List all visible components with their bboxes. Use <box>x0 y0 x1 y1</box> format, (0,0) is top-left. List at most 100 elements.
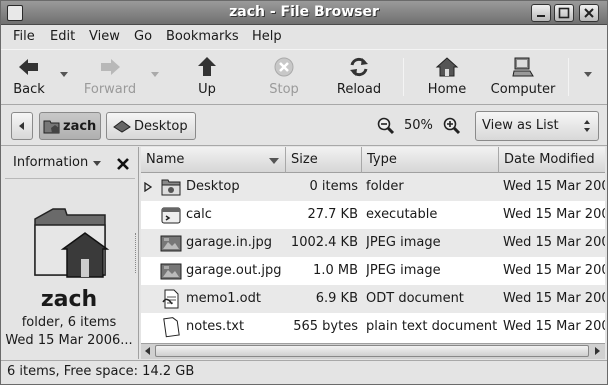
title-bar: zach - File Browser <box>1 1 607 25</box>
home-folder-icon <box>43 120 60 134</box>
side-pane-selector[interactable]: Information <box>13 155 88 170</box>
file-browser-window: zach - File Browser File Edit View Go Bo… <box>0 0 608 385</box>
file-row[interactable]: notes.txt 565 bytes plain text document Wed… <box>141 313 605 341</box>
up-arrow-icon <box>198 57 216 76</box>
menu-view[interactable]: View <box>89 29 120 44</box>
file-row[interactable]: garage.in.jpg 1002.4 KB JPEG image Wed 15 M… <box>141 229 605 257</box>
file-size: 565 bytes <box>293 319 358 334</box>
file-name: Desktop <box>186 179 240 194</box>
menu-go[interactable]: Go <box>134 29 152 44</box>
stop-button[interactable]: Stop <box>265 54 303 102</box>
left-arrow-icon <box>19 122 24 130</box>
column-header-type[interactable]: Type <box>362 147 499 173</box>
column-header-name[interactable]: Name <box>141 147 286 173</box>
reload-label: Reload <box>336 82 382 97</box>
file-size: 6.9 KB <box>315 291 358 306</box>
back-history-dropdown[interactable] <box>60 72 68 77</box>
selected-item-name: zach <box>40 287 98 312</box>
file-date-modified: Wed 15 Mar 2006 <box>503 263 605 278</box>
side-pane-header: Information <box>5 149 135 179</box>
toolbar-separator <box>403 58 404 96</box>
path-button-zach[interactable]: zach <box>39 112 101 140</box>
file-name: garage.out.jpg <box>186 263 282 278</box>
reload-icon <box>350 57 368 77</box>
side-pane: Information zach folder, 6 items Wed 15 … <box>1 147 139 359</box>
file-row[interactable]: calc 27.7 KB executable Wed 15 Mar 2006 <box>141 201 605 229</box>
back-arrow-icon <box>19 59 38 75</box>
path-button-desktop[interactable]: Desktop <box>106 112 196 140</box>
file-name: notes.txt <box>186 319 245 334</box>
toolbar-overflow-icon[interactable] <box>584 72 592 77</box>
column-header-date-modified[interactable]: Date Modified <box>499 147 605 173</box>
home-label: Home <box>427 82 467 97</box>
back-button[interactable]: Back <box>7 54 51 102</box>
close-window-button[interactable] <box>579 4 599 22</box>
minimize-button[interactable] <box>531 4 551 22</box>
selected-item-date: Wed 15 Mar 2006... <box>5 333 133 348</box>
home-button[interactable]: Home <box>425 54 469 102</box>
executable-icon <box>161 207 181 224</box>
forward-arrow-icon <box>101 59 120 75</box>
column-name-label: Name <box>146 152 185 167</box>
zoom-level[interactable]: 50% <box>404 118 433 133</box>
stop-icon <box>274 57 294 77</box>
reload-button[interactable]: Reload <box>335 54 383 102</box>
scroll-left-icon[interactable] <box>143 346 153 356</box>
desktop-icon <box>113 120 131 133</box>
up-label: Up <box>198 82 216 97</box>
computer-label: Computer <box>490 82 556 97</box>
file-date-modified: Wed 15 Mar 2006 <box>503 319 605 334</box>
scroll-right-icon[interactable] <box>592 346 602 356</box>
window-title: zach - File Browser <box>229 4 379 20</box>
text-file-icon <box>163 317 180 338</box>
view-mode-select[interactable]: View as List <box>475 111 599 141</box>
file-size: 1.0 MB <box>313 263 358 278</box>
column-header-size[interactable]: Size <box>286 147 362 173</box>
computer-button[interactable]: Computer <box>489 54 557 102</box>
file-row[interactable]: memo1.odt 6.9 KB ODT document Wed 15 Mar 20… <box>141 285 605 313</box>
selector-dropdown-icon[interactable] <box>93 161 101 166</box>
file-row[interactable]: garage.out.jpg 1.0 MB JPEG image Wed 15 Mar… <box>141 257 605 285</box>
path-scroll-left-button[interactable] <box>11 112 33 140</box>
document-icon <box>162 289 179 309</box>
home-folder-large-icon <box>34 208 110 278</box>
scrollbar-thumb[interactable] <box>155 345 589 357</box>
image-thumbnail-icon <box>160 235 182 252</box>
zoom-out-icon[interactable] <box>377 117 395 135</box>
file-size: 1002.4 KB <box>290 235 358 250</box>
file-row[interactable]: Desktop 0 items folder Wed 15 Mar 2006 <box>141 173 605 201</box>
status-text: 6 items, Free space: 14.2 GB <box>7 364 195 379</box>
file-date-modified: Wed 15 Mar 2006 <box>503 207 605 222</box>
menu-file[interactable]: File <box>13 29 35 44</box>
file-date-modified: Wed 15 Mar 2006 <box>503 235 605 250</box>
expander-icon[interactable] <box>144 182 152 192</box>
pane-resize-handle[interactable] <box>135 233 138 273</box>
selected-item-kind: folder, 6 items <box>21 315 117 330</box>
home-icon <box>435 57 459 77</box>
path-label-desktop: Desktop <box>134 119 188 134</box>
maximize-button[interactable] <box>554 4 574 22</box>
file-type: ODT document <box>366 291 464 306</box>
location-bar: zach Desktop 50% View as List <box>1 106 607 146</box>
file-size: 27.7 KB <box>307 207 358 222</box>
file-type: JPEG image <box>366 235 441 250</box>
stop-label: Stop <box>269 82 299 97</box>
updown-chevron-icon <box>584 120 590 132</box>
up-button[interactable]: Up <box>191 54 223 102</box>
file-size: 0 items <box>309 179 358 194</box>
file-name: garage.in.jpg <box>186 235 273 250</box>
forward-history-dropdown[interactable] <box>151 72 159 77</box>
menu-bookmarks[interactable]: Bookmarks <box>166 29 239 44</box>
zoom-in-icon[interactable] <box>443 117 461 135</box>
menu-edit[interactable]: Edit <box>50 29 75 44</box>
folder-icon <box>161 179 181 196</box>
menu-bar: File Edit View Go Bookmarks Help <box>1 26 607 48</box>
toolbar: Back Forward Up Stop Reload Home Compute <box>1 49 607 105</box>
close-pane-icon[interactable] <box>117 158 129 170</box>
forward-button[interactable]: Forward <box>81 54 139 102</box>
file-type: JPEG image <box>366 263 441 278</box>
menu-help[interactable]: Help <box>252 29 282 44</box>
back-label: Back <box>13 82 45 97</box>
horizontal-scrollbar[interactable] <box>141 343 605 359</box>
file-name: memo1.odt <box>186 291 261 306</box>
